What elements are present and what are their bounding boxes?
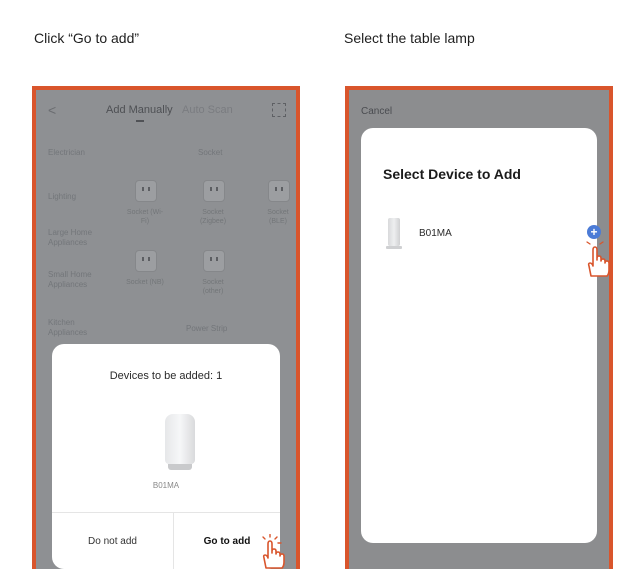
back-button[interactable]: < bbox=[48, 102, 56, 118]
tab-add-manually[interactable]: Add Manually bbox=[106, 104, 173, 116]
device-image-base bbox=[168, 464, 192, 470]
sheet-title: Devices to be added: 1 bbox=[109, 370, 223, 382]
phone-screen-right: Cancel Select Device to Add B01MA + bbox=[345, 86, 613, 569]
caption-left: Click “Go to add” bbox=[34, 30, 140, 46]
tab-auto-scan[interactable]: Auto Scan bbox=[182, 104, 233, 116]
table-lamp-base bbox=[386, 246, 402, 249]
category-small-home-appliances[interactable]: Small Home Appliances bbox=[48, 270, 96, 290]
socket-icon[interactable] bbox=[135, 250, 157, 272]
category-large-home-appliances[interactable]: Large Home Appliances bbox=[48, 228, 96, 248]
plug-label: Socket (other) bbox=[202, 279, 224, 295]
device-name: B01MA bbox=[419, 228, 452, 239]
device-label: B01MA bbox=[152, 481, 180, 490]
plug-label: Socket (Wi-Fi) bbox=[126, 209, 164, 225]
section-power-strip: Power Strip bbox=[186, 324, 228, 333]
tab-underline bbox=[136, 120, 144, 122]
caption-right: Select the table lamp bbox=[344, 30, 475, 46]
socket-icon[interactable] bbox=[203, 250, 225, 272]
socket-icon[interactable] bbox=[268, 180, 290, 202]
table-lamp-image bbox=[388, 218, 400, 246]
tap-hand-icon bbox=[586, 241, 609, 277]
devices-to-add-sheet: Devices to be added: 1 B01MA Do not add … bbox=[52, 344, 285, 569]
phone-screen-left: < Add Manually Auto Scan Electrician Lig… bbox=[32, 86, 300, 569]
panel-title: Select Device to Add bbox=[383, 166, 521, 182]
scan-icon[interactable] bbox=[272, 103, 286, 117]
add-device-plus-icon[interactable]: + bbox=[587, 225, 601, 239]
do-not-add-button[interactable]: Do not add bbox=[52, 513, 173, 569]
tap-hand-icon bbox=[262, 534, 285, 569]
socket-icon[interactable] bbox=[203, 180, 225, 202]
category-electrician[interactable]: Electrician bbox=[48, 148, 85, 158]
plug-label: Socket (NB) bbox=[126, 279, 164, 286]
plug-label: Socket (Zigbee) bbox=[199, 209, 227, 225]
plug-label: Socket (BLE) bbox=[267, 209, 289, 225]
category-kitchen-appliances[interactable]: Kitchen Appliances bbox=[48, 318, 96, 338]
category-lighting[interactable]: Lighting bbox=[48, 192, 76, 202]
cancel-button[interactable]: Cancel bbox=[361, 106, 392, 117]
device-image bbox=[165, 414, 195, 464]
section-socket: Socket bbox=[198, 148, 223, 157]
socket-icon[interactable] bbox=[135, 180, 157, 202]
top-bar: < Add Manually Auto Scan bbox=[36, 96, 296, 126]
select-device-panel: Select Device to Add B01MA + bbox=[361, 128, 609, 543]
